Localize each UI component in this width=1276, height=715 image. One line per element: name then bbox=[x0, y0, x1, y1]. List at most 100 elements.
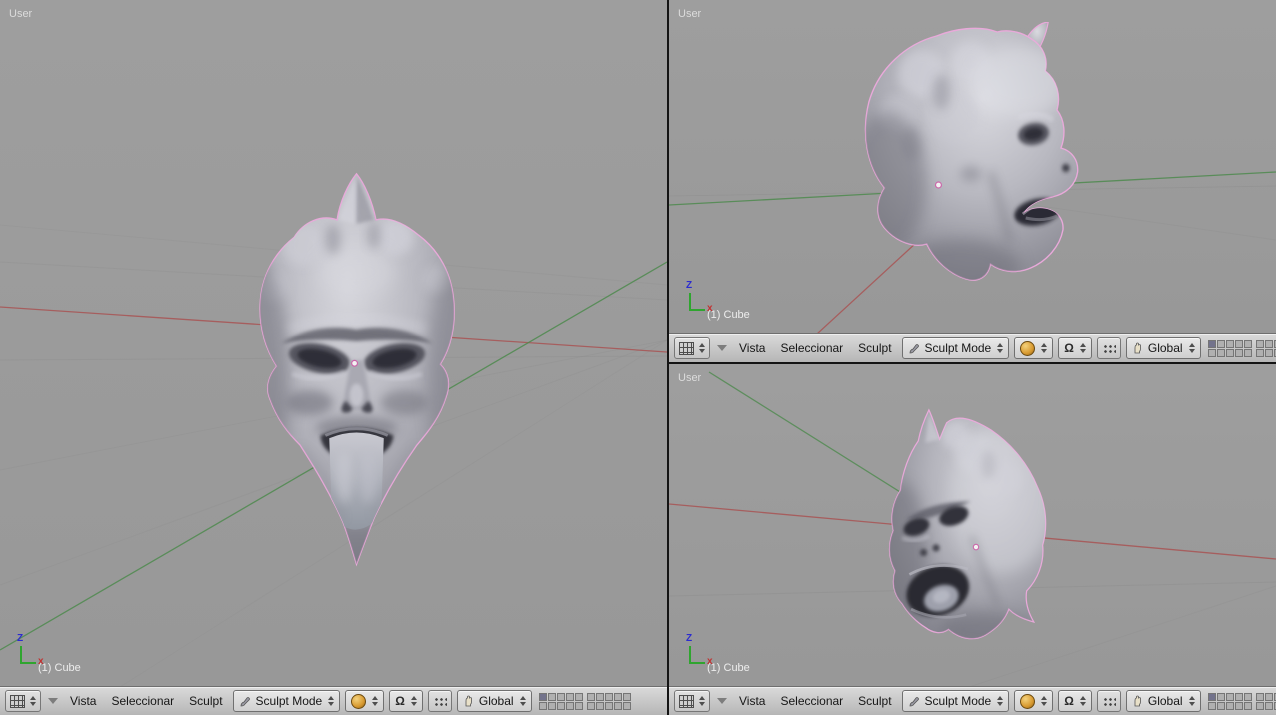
mode-dropdown[interactable]: Sculpt Mode bbox=[901, 337, 1010, 359]
layer-toggle[interactable] bbox=[586, 692, 595, 701]
layer-toggle[interactable] bbox=[1234, 339, 1243, 348]
pivot-dropdown[interactable]: Ω bbox=[389, 690, 423, 712]
grid-editor-icon bbox=[679, 694, 694, 708]
layer-toggle[interactable] bbox=[1225, 692, 1234, 701]
layer-toggle[interactable] bbox=[1264, 692, 1273, 701]
layer-toggle[interactable] bbox=[1243, 692, 1252, 701]
stepper-arrows-icon bbox=[372, 696, 379, 706]
manipulator-dots-icon bbox=[432, 696, 447, 706]
stepper-arrows-icon bbox=[699, 696, 705, 706]
layer-toggle[interactable] bbox=[613, 701, 622, 710]
menu-collapse-icon[interactable] bbox=[48, 698, 58, 704]
stepper-arrows-icon bbox=[699, 343, 705, 353]
layer-toggle[interactable] bbox=[1207, 348, 1216, 357]
sculpt-head-side[interactable] bbox=[814, 22, 1108, 302]
layer-toggle[interactable] bbox=[1243, 339, 1252, 348]
menu-collapse-icon[interactable] bbox=[717, 698, 727, 704]
layer-toggle[interactable] bbox=[1234, 701, 1243, 710]
manipulator-dots-icon bbox=[1101, 696, 1116, 706]
layer-toggle[interactable] bbox=[565, 701, 574, 710]
orientation-dropdown[interactable]: Global bbox=[456, 690, 532, 712]
layer-toggle[interactable] bbox=[1255, 348, 1264, 357]
layer-toggle[interactable] bbox=[1264, 339, 1273, 348]
layer-toggle[interactable] bbox=[1207, 339, 1216, 348]
layer-toggle[interactable] bbox=[556, 701, 565, 710]
layer-toggle[interactable] bbox=[556, 692, 565, 701]
menu-sculpt[interactable]: Sculpt bbox=[184, 694, 227, 708]
layer-toggle[interactable] bbox=[574, 692, 583, 701]
editor-type-button[interactable] bbox=[674, 337, 710, 359]
cursor-dot bbox=[972, 543, 980, 551]
viewport-3d-front[interactable]: User Z x (1) Cube bbox=[0, 0, 667, 686]
layer-toggle[interactable] bbox=[622, 692, 631, 701]
menu-seleccionar[interactable]: Seleccionar bbox=[106, 694, 179, 708]
layer-toggle[interactable] bbox=[1225, 339, 1234, 348]
layer-toggle[interactable] bbox=[1264, 701, 1273, 710]
layer-toggle[interactable] bbox=[1216, 348, 1225, 357]
layer-toggle[interactable] bbox=[1225, 701, 1234, 710]
layer-toggle[interactable] bbox=[1225, 348, 1234, 357]
mode-dropdown[interactable]: Sculpt Mode bbox=[232, 690, 341, 712]
pivot-dropdown[interactable]: Ω bbox=[1058, 690, 1092, 712]
editor-type-button[interactable] bbox=[5, 690, 41, 712]
menu-sculpt[interactable]: Sculpt bbox=[853, 694, 896, 708]
menu-vista[interactable]: Vista bbox=[734, 694, 770, 708]
layer-toggle[interactable] bbox=[622, 701, 631, 710]
layer-toggle[interactable] bbox=[1216, 339, 1225, 348]
layer-toggle[interactable] bbox=[613, 692, 622, 701]
shaded-sphere-icon bbox=[351, 693, 367, 709]
manipulator-toggle[interactable] bbox=[427, 690, 452, 712]
menu-vista[interactable]: Vista bbox=[734, 341, 770, 355]
layer-toggle[interactable] bbox=[1207, 701, 1216, 710]
menu-vista[interactable]: Vista bbox=[65, 694, 101, 708]
layer-toggle[interactable] bbox=[604, 692, 613, 701]
layer-toggle[interactable] bbox=[565, 692, 574, 701]
stepper-arrows-icon bbox=[1188, 696, 1195, 706]
orientation-dropdown[interactable]: Global bbox=[1125, 690, 1201, 712]
menu-sculpt[interactable]: Sculpt bbox=[853, 341, 896, 355]
layer-toggle[interactable] bbox=[1264, 348, 1273, 357]
layer-toggle[interactable] bbox=[574, 701, 583, 710]
layer-toggle[interactable] bbox=[595, 692, 604, 701]
layers-widget bbox=[538, 692, 631, 710]
layer-toggle[interactable] bbox=[547, 692, 556, 701]
draw-mode-dropdown[interactable] bbox=[345, 690, 385, 712]
viewport-3d-side[interactable]: User Z x (1) Cube bbox=[669, 0, 1276, 333]
layer-toggle[interactable] bbox=[538, 701, 547, 710]
layer-toggle[interactable] bbox=[604, 701, 613, 710]
stepper-arrows-icon bbox=[1041, 696, 1048, 706]
layer-toggle[interactable] bbox=[586, 701, 595, 710]
layer-toggle[interactable] bbox=[1207, 692, 1216, 701]
pan-hand-icon bbox=[1134, 695, 1141, 707]
layer-toggle[interactable] bbox=[1234, 692, 1243, 701]
layer-toggle[interactable] bbox=[1243, 348, 1252, 357]
pivot-dropdown[interactable]: Ω bbox=[1058, 337, 1092, 359]
sculpt-head-front[interactable] bbox=[228, 168, 486, 572]
layer-toggle[interactable] bbox=[538, 692, 547, 701]
menu-collapse-icon[interactable] bbox=[717, 345, 727, 351]
stepper-arrows-icon bbox=[1188, 343, 1195, 353]
cursor-dot bbox=[351, 359, 359, 367]
editor-type-button[interactable] bbox=[674, 690, 710, 712]
sculpt-head-three-quarter[interactable] bbox=[824, 399, 1064, 664]
menu-seleccionar[interactable]: Seleccionar bbox=[775, 341, 848, 355]
axis-z-label: Z bbox=[17, 633, 24, 644]
orientation-dropdown[interactable]: Global bbox=[1125, 337, 1201, 359]
manipulator-toggle[interactable] bbox=[1096, 337, 1121, 359]
layer-toggle[interactable] bbox=[1255, 692, 1264, 701]
layer-toggle[interactable] bbox=[547, 701, 556, 710]
draw-mode-dropdown[interactable] bbox=[1014, 337, 1054, 359]
stepper-arrows-icon bbox=[328, 696, 335, 706]
layer-toggle[interactable] bbox=[1255, 339, 1264, 348]
menu-seleccionar[interactable]: Seleccionar bbox=[775, 694, 848, 708]
layer-toggle[interactable] bbox=[1255, 701, 1264, 710]
manipulator-toggle[interactable] bbox=[1096, 690, 1121, 712]
layer-toggle[interactable] bbox=[595, 701, 604, 710]
layer-toggle[interactable] bbox=[1234, 348, 1243, 357]
mode-dropdown[interactable]: Sculpt Mode bbox=[901, 690, 1010, 712]
layer-toggle[interactable] bbox=[1216, 701, 1225, 710]
viewport-3d-three-quarter[interactable]: User Z x (1) Cube bbox=[669, 364, 1276, 686]
draw-mode-dropdown[interactable] bbox=[1014, 690, 1054, 712]
layer-toggle[interactable] bbox=[1243, 701, 1252, 710]
layer-toggle[interactable] bbox=[1216, 692, 1225, 701]
